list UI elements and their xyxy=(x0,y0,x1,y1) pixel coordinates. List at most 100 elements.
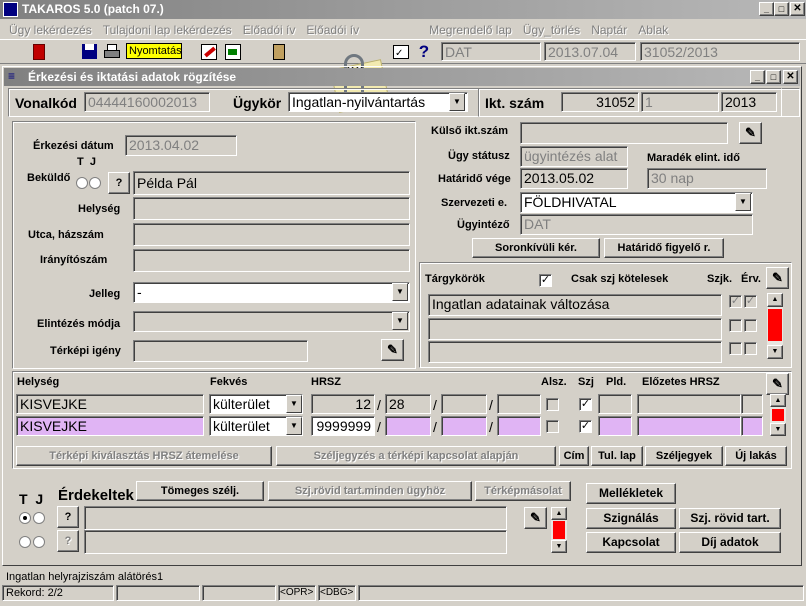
terkepi-kivalasztas-button[interactable]: Térképi kiválasztás HRSZ átemelése xyxy=(16,446,272,466)
erkezesi-datum-field[interactable]: 2013.04.02 xyxy=(125,135,237,156)
jelleg-dropdown-icon[interactable]: ▼ xyxy=(392,283,408,301)
mellekletek-button[interactable]: Mellékletek xyxy=(586,483,676,504)
tul-lap-button[interactable]: Tul. lap xyxy=(591,446,643,466)
erdekeltek-edit-icon[interactable]: ✎ xyxy=(524,507,547,529)
hrsz-row2-part2[interactable] xyxy=(385,416,431,436)
jelleg-select[interactable]: - xyxy=(133,282,410,303)
help-icon[interactable]: ? xyxy=(413,41,435,63)
hrsz-row2-elozetes-2[interactable] xyxy=(741,416,763,436)
hrsz-row2-helyseg[interactable]: KISVEJKE xyxy=(16,416,204,436)
menu-megrendelo-lap[interactable]: Megrendelő lap xyxy=(429,23,512,37)
bekuldo-j-radio[interactable] xyxy=(89,177,101,189)
cabinet-icon[interactable] xyxy=(268,41,290,63)
uj-lakas-button[interactable]: Új lakás xyxy=(725,446,787,466)
szervezeti-select[interactable]: FÖLDHIVATAL xyxy=(520,192,753,213)
soronkivuli-button[interactable]: Soronkívüli kér. xyxy=(472,238,600,258)
save-icon[interactable] xyxy=(78,41,100,63)
szeljegyzes-terkepi-button[interactable]: Széljegyzés a térképi kapcsolat alapján xyxy=(276,446,556,466)
targy-1-szjk-checkbox[interactable]: ✓ xyxy=(729,295,742,308)
erdekelt1-field[interactable] xyxy=(84,506,507,530)
menu-naptar[interactable]: Naptár xyxy=(591,23,627,37)
menu-ugy-torles[interactable]: Ügy_törlés xyxy=(523,23,580,37)
bekuldo-field[interactable]: Példa Pál xyxy=(133,171,410,195)
hrsz-row2-alsz-checkbox[interactable] xyxy=(546,420,559,433)
hrsz-edit-icon[interactable]: ✎ xyxy=(766,373,789,395)
ugykor-select[interactable]: Ingatlan-nyilvántartás xyxy=(288,92,468,112)
hrsz-scroll-up-icon[interactable]: ▲ xyxy=(770,394,786,407)
erdekelt2-j-radio[interactable] xyxy=(33,536,45,548)
erdekeltek-scroll-thumb[interactable] xyxy=(553,521,565,539)
targy-3-szjk-checkbox[interactable] xyxy=(729,342,742,355)
menu-eloadoi-iv[interactable]: Előadói ív xyxy=(243,23,296,37)
exit-door-icon[interactable] xyxy=(28,41,50,63)
targy-item-2[interactable] xyxy=(428,318,722,340)
szervezeti-dropdown-icon[interactable]: ▼ xyxy=(735,193,751,211)
targy-scrollbar[interactable]: ▲ ▼ xyxy=(767,293,783,359)
csak-szj-checkbox[interactable]: ✓ xyxy=(539,274,552,287)
erdekelt2-lookup-button[interactable]: ? xyxy=(57,530,79,552)
erdekeltek-scroll-down-icon[interactable]: ▼ xyxy=(551,540,567,553)
targy-2-erv-checkbox[interactable] xyxy=(744,319,757,332)
hrsz-row1-alsz-checkbox[interactable] xyxy=(546,398,559,411)
hrsz-scroll-thumb[interactable] xyxy=(772,409,784,421)
szeljegyek-button[interactable]: Széljegyek xyxy=(645,446,723,466)
tomeges-szelj-button[interactable]: Tömeges szélj. xyxy=(136,481,264,501)
form-minimize-button[interactable]: _ xyxy=(750,70,765,84)
kapcsolat-button[interactable]: Kapcsolat xyxy=(586,532,676,553)
iranyitoszam-field[interactable] xyxy=(133,249,410,272)
helyseg-field[interactable] xyxy=(133,197,410,220)
checklist-icon[interactable]: ✓ xyxy=(390,41,412,63)
terkepi-edit-icon[interactable]: ✎ xyxy=(381,339,404,361)
hrsz-row2-szj-checkbox[interactable]: ✓ xyxy=(579,420,592,433)
szj-rovid-tart-button[interactable]: Szj. rövid tart. xyxy=(679,508,781,529)
form-close-button[interactable]: ✕ xyxy=(783,70,798,84)
terkepmasolat-button[interactable]: Térképmásolat xyxy=(475,481,571,501)
hrsz-row2-pld[interactable] xyxy=(598,416,632,436)
erdekelt1-j-radio[interactable] xyxy=(33,512,45,524)
document-edit-icon[interactable] xyxy=(222,41,244,63)
hrsz-row2-part3[interactable] xyxy=(441,416,487,436)
targy-1-erv-checkbox[interactable]: ✓ xyxy=(744,295,757,308)
printer-icon[interactable] xyxy=(101,41,123,63)
hrsz-row2-fekves-dropdown-icon[interactable]: ▼ xyxy=(286,417,302,435)
erdekelt2-t-radio[interactable] xyxy=(19,536,31,548)
targy-edit-icon[interactable]: ✎ xyxy=(766,267,789,289)
targy-item-3[interactable] xyxy=(428,341,722,363)
hrsz-row1-elozetes[interactable] xyxy=(637,394,741,414)
hrsz-row2-part4[interactable] xyxy=(497,416,541,436)
targy-scroll-up-icon[interactable]: ▲ xyxy=(767,293,783,307)
hrsz-row2-elozetes[interactable] xyxy=(637,416,741,436)
utca-field[interactable] xyxy=(133,223,410,246)
menu-tulajdoni-lap[interactable]: Tulajdoni lap lekérdezés xyxy=(103,23,232,37)
elintezes-select[interactable] xyxy=(133,311,410,332)
menu-ugy-lekerdezes[interactable]: Ügy lekérdezés xyxy=(9,23,92,37)
hrsz-scroll-down-icon[interactable]: ▼ xyxy=(770,423,786,436)
hrsz-row2-main[interactable]: 9999999 xyxy=(311,416,375,436)
erdekeltek-scrollbar[interactable]: ▲ ▼ xyxy=(551,507,567,553)
form-maximize-button[interactable]: □ xyxy=(766,70,781,84)
targy-scroll-down-icon[interactable]: ▼ xyxy=(767,345,783,359)
edit-pencil-icon[interactable] xyxy=(198,41,220,63)
ugyintezo-field[interactable]: DAT xyxy=(520,214,753,235)
bekuldo-lookup-button[interactable]: ? xyxy=(108,172,130,194)
hrsz-row1-part2[interactable]: 28 xyxy=(385,394,431,414)
szj-rovid-minden-button[interactable]: Szj.rövid tart.minden ügyhöz xyxy=(268,481,472,501)
dij-adatok-button[interactable]: Díj adatok xyxy=(679,532,781,553)
elintezes-dropdown-icon[interactable]: ▼ xyxy=(392,312,408,330)
terkepi-igeny-field[interactable] xyxy=(133,340,308,362)
menu-ablak[interactable]: Ablak xyxy=(638,23,668,37)
hrsz-row1-helyseg[interactable]: KISVEJKE xyxy=(16,394,204,414)
hrsz-row1-pld[interactable] xyxy=(598,394,632,414)
erdekelt1-lookup-button[interactable]: ? xyxy=(57,506,79,528)
kulso-edit-icon[interactable]: ✎ xyxy=(739,122,762,144)
bekuldo-t-radio[interactable] xyxy=(76,177,88,189)
menu-eloadoi-iv-2[interactable]: Előadói ív xyxy=(306,23,359,37)
targy-2-szjk-checkbox[interactable] xyxy=(729,319,742,332)
hrsz-row1-elozetes-2[interactable] xyxy=(741,394,763,414)
targy-item-1[interactable]: Ingatlan adatainak változása xyxy=(428,294,722,316)
hrsz-row1-fekves-dropdown-icon[interactable]: ▼ xyxy=(286,395,302,413)
erdekeltek-scroll-up-icon[interactable]: ▲ xyxy=(551,507,567,520)
targy-scroll-thumb[interactable] xyxy=(768,309,782,341)
ikt-year-field[interactable]: 2013 xyxy=(721,92,777,112)
hrsz-scrollbar[interactable]: ▲ ▼ xyxy=(770,394,786,436)
